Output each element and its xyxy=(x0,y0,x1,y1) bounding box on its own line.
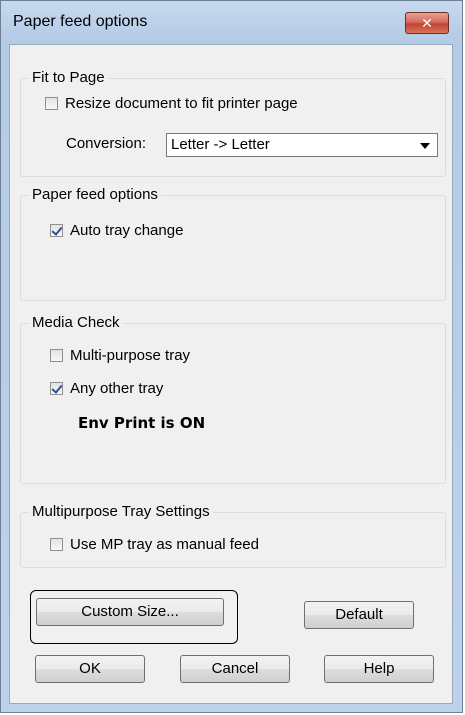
help-button[interactable]: Help xyxy=(324,655,434,683)
any-other-tray-checkbox-box[interactable] xyxy=(50,382,63,395)
env-print-status: Env Print is ON xyxy=(78,414,206,432)
auto-tray-change-checkbox-box[interactable] xyxy=(50,224,63,237)
multi-purpose-tray-label: Multi-purpose tray xyxy=(70,347,191,364)
conversion-value: Letter -> Letter xyxy=(171,136,270,153)
title-bar[interactable]: Paper feed options ✕ xyxy=(1,1,462,45)
paper-feed-label: Paper feed options xyxy=(29,186,161,203)
close-button[interactable]: ✕ xyxy=(405,12,449,34)
mp-tray-settings-label: Multipurpose Tray Settings xyxy=(29,503,213,520)
paper-feed-group: Paper feed options xyxy=(20,186,446,301)
auto-tray-change-label: Auto tray change xyxy=(70,222,184,239)
conversion-label: Conversion: xyxy=(66,135,147,152)
media-check-label: Media Check xyxy=(29,314,123,331)
resize-document-checkbox[interactable]: Resize document to fit printer page xyxy=(45,95,298,112)
custom-size-button[interactable]: Custom Size... xyxy=(36,598,224,626)
dialog-title: Paper feed options xyxy=(13,13,148,30)
mp-tray-manual-feed-label: Use MP tray as manual feed xyxy=(70,536,259,553)
multi-purpose-tray-checkbox-box[interactable] xyxy=(50,349,63,362)
default-button[interactable]: Default xyxy=(304,601,414,629)
any-other-tray-checkbox[interactable]: Any other tray xyxy=(50,380,163,397)
cancel-button[interactable]: Cancel xyxy=(180,655,290,683)
fit-to-page-group: Fit to Page xyxy=(20,69,446,177)
auto-tray-change-checkbox[interactable]: Auto tray change xyxy=(50,222,183,239)
mp-tray-manual-feed-checkbox[interactable]: Use MP tray as manual feed xyxy=(50,536,259,553)
multi-purpose-tray-checkbox[interactable]: Multi-purpose tray xyxy=(50,347,190,364)
conversion-select[interactable]: Letter -> Letter xyxy=(166,133,438,157)
any-other-tray-label: Any other tray xyxy=(70,380,164,397)
chevron-down-icon xyxy=(420,143,430,149)
resize-document-label: Resize document to fit printer page xyxy=(65,95,298,112)
ok-button[interactable]: OK xyxy=(35,655,145,683)
mp-tray-manual-feed-checkbox-box[interactable] xyxy=(50,538,63,551)
fit-to-page-label: Fit to Page xyxy=(29,69,108,86)
resize-document-checkbox-box[interactable] xyxy=(45,97,58,110)
close-icon: ✕ xyxy=(421,15,433,31)
